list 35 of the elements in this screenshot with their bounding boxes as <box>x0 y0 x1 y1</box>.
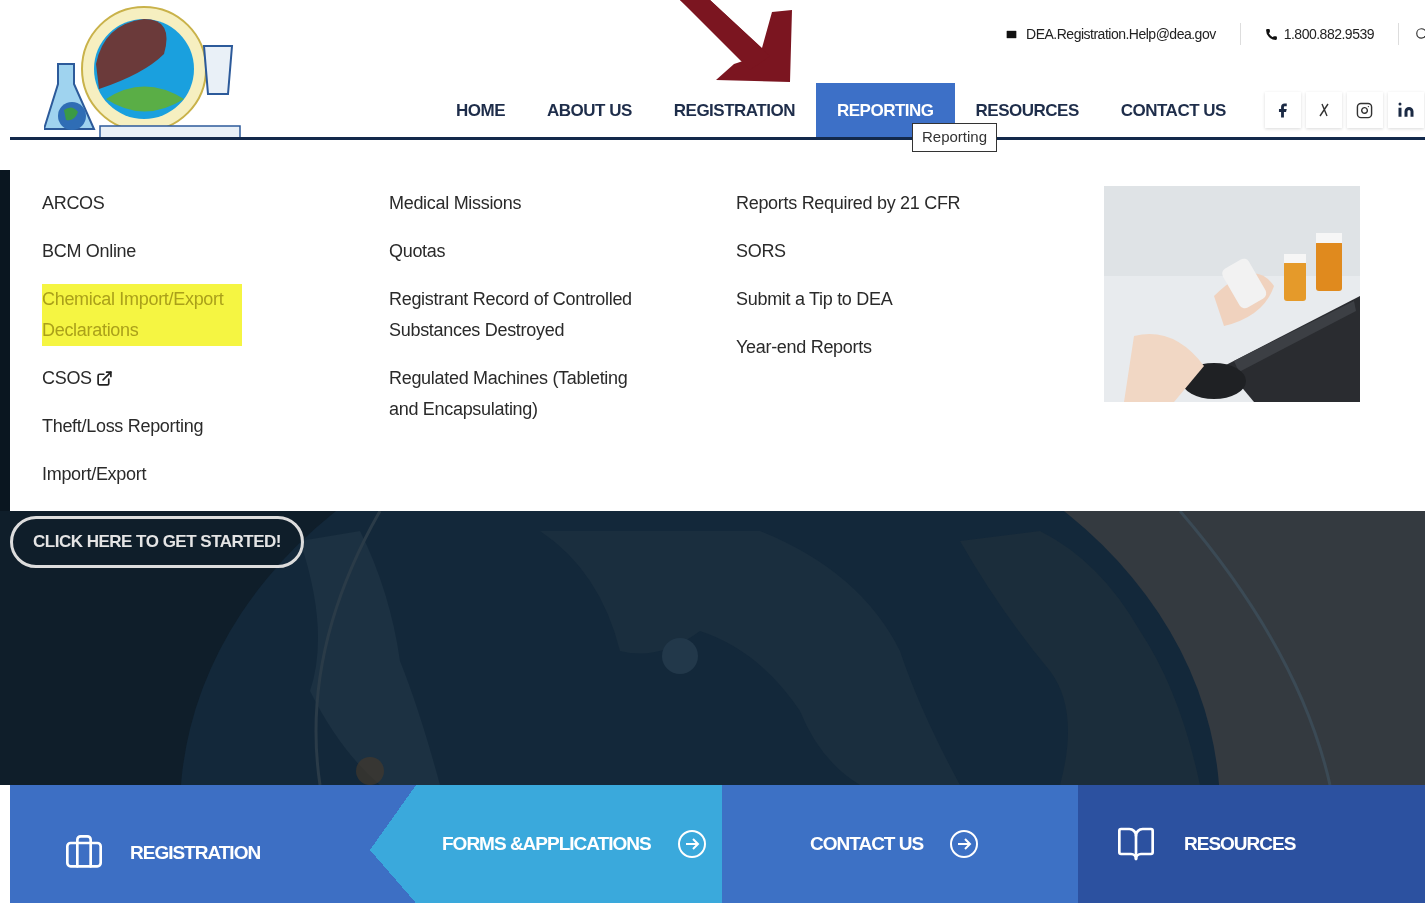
menu-link[interactable]: Year-end Reports <box>736 332 872 363</box>
arrow-circle-icon <box>676 829 707 859</box>
nav-tab[interactable]: ABOUT US <box>526 83 653 138</box>
social-link[interactable] <box>1346 92 1383 128</box>
menu-link[interactable]: CSOS <box>42 363 92 394</box>
nav-tab[interactable]: REGISTRATION <box>652 83 816 138</box>
menu-link[interactable]: Import/Export <box>42 459 147 490</box>
feature-tile[interactable]: REGISTRATION <box>10 785 370 903</box>
instagram-icon <box>1356 101 1374 119</box>
x-icon <box>1317 103 1330 117</box>
search-icon <box>1415 27 1425 41</box>
menu-link[interactable]: Regulated Machines (Tableting and Encapsulating) <box>389 363 649 425</box>
get-started-button[interactable]: CLICK HERE TO GET STARTED! <box>10 516 304 568</box>
logo-drawing[interactable] <box>44 4 244 138</box>
email-link[interactable]: DEA.Registration.Help@dea.gov <box>1026 23 1216 45</box>
menu-link[interactable]: BCM Online <box>42 236 137 267</box>
feature-tile[interactable]: CONTACT US <box>722 785 1078 903</box>
menu-link[interactable]: Registrant Record of Controlled Substances Destroyed <box>389 284 649 346</box>
menu-link[interactable]: Quotas <box>389 236 446 267</box>
arrow-circle-icon <box>949 829 980 859</box>
social-link[interactable] <box>1264 92 1301 128</box>
menu-link[interactable]: Theft/Loss Reporting <box>42 411 204 442</box>
phone-link[interactable]: 1.800.882.9539 <box>1283 23 1374 45</box>
feature-tile[interactable]: RESOURCES <box>1078 785 1425 903</box>
linkedin-icon <box>1396 101 1415 119</box>
menu-link[interactable]: Medical Missions <box>389 188 522 219</box>
menu-link[interactable]: ARCOS <box>42 188 105 219</box>
tooltip: Reporting <box>912 123 998 152</box>
nav-tab[interactable]: HOME <box>435 83 526 138</box>
phone-icon <box>1264 27 1278 41</box>
menu-link[interactable]: Reports Required by 21 CFR <box>736 188 961 219</box>
nav-tab[interactable]: CONTACT US <box>1099 83 1247 138</box>
social-link[interactable] <box>1387 92 1424 128</box>
menu-link[interactable]: SORS <box>736 236 786 267</box>
menu-link[interactable]: Submit a Tip to DEA <box>736 284 893 315</box>
